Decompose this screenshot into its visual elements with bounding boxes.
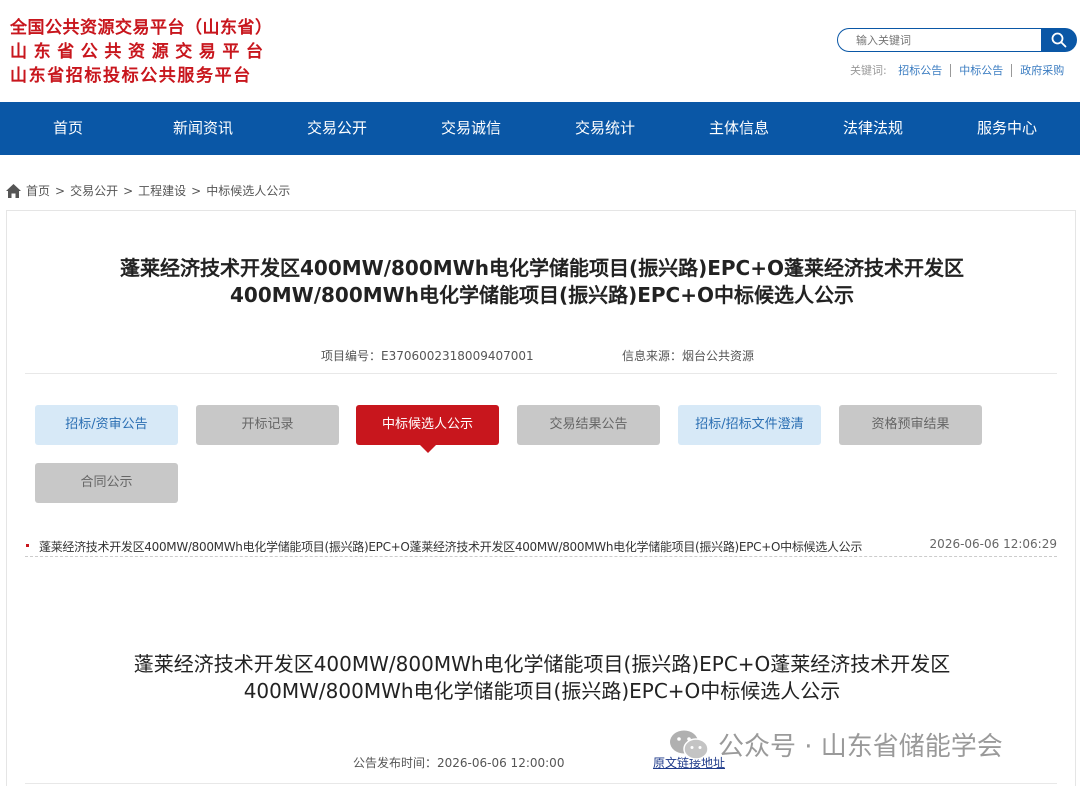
nav-item-trade-credit[interactable]: 交易诚信: [404, 102, 538, 155]
info-source: 信息来源：烟台公共资源: [622, 349, 755, 363]
wechat-icon: [670, 730, 709, 760]
search-box: [837, 28, 1077, 52]
notice-title-line-1: 蓬莱经济技术开发区400MW/800MWh电化学储能项目(振兴路)EPC+O蓬莱…: [119, 256, 964, 280]
tab-contract-notice[interactable]: 合同公示: [35, 463, 178, 503]
divider: [25, 373, 1057, 374]
breadcrumb-home[interactable]: 首页: [26, 182, 50, 199]
divider: [25, 783, 1057, 784]
tab-tender-clarification[interactable]: 招标/招标文件澄清: [678, 405, 821, 445]
article-title-line-2: 400MW/800MWh电化学储能项目(振兴路)EPC+O中标候选人公示: [243, 679, 841, 703]
nav-item-trade-public[interactable]: 交易公开: [270, 102, 404, 155]
keyword-link[interactable]: 中标公告: [951, 64, 1013, 77]
wechat-watermark: 公众号 · 山东省储能学会: [668, 726, 1003, 763]
search-input[interactable]: [837, 28, 1043, 52]
nav-item-home[interactable]: 首页: [0, 102, 136, 155]
search-button[interactable]: [1041, 28, 1077, 52]
project-code: 项目编号：E3706002318009407001: [321, 349, 534, 363]
breadcrumb-separator: >: [55, 183, 66, 198]
logo-line-1: 全国公共资源交易平台（山东省）: [10, 18, 273, 38]
logo-line-2: 山东省公共资源交易平台: [10, 42, 270, 62]
publish-time: 公告发布时间：2026-06-06 12:00:00: [353, 756, 565, 770]
list-item-time: 2026-06-06 12:06:29: [929, 537, 1057, 551]
tab-trade-result[interactable]: 交易结果公告: [517, 405, 660, 445]
list-item-title[interactable]: 蓬莱经济技术开发区400MW/800MWh电化学储能项目(振兴路)EPC+O蓬莱…: [39, 538, 862, 555]
main-nav: 首页 新闻资讯 交易公开 交易诚信 交易统计 主体信息 法律法规 服务中心: [0, 102, 1080, 155]
tab-prequalification-result[interactable]: 资格预审结果: [839, 405, 982, 445]
keyword-link[interactable]: 政府采购: [1012, 64, 1072, 77]
tab-winning-candidate[interactable]: 中标候选人公示: [356, 405, 499, 453]
nav-item-service[interactable]: 服务中心: [940, 102, 1074, 155]
content-panel: 蓬莱经济技术开发区400MW/800MWh电化学储能项目(振兴路)EPC+O蓬莱…: [6, 210, 1076, 786]
article-title-line-1: 蓬莱经济技术开发区400MW/800MWh电化学储能项目(振兴路)EPC+O蓬莱…: [133, 652, 951, 676]
site-logo[interactable]: 全国公共资源交易平台（山东省） 山东省公共资源交易平台 山东省招标投标公共服务平…: [10, 16, 273, 88]
nav-item-news[interactable]: 新闻资讯: [136, 102, 270, 155]
watermark-text: 公众号 · 山东省储能学会: [718, 732, 1003, 762]
search-icon: [1051, 32, 1067, 48]
breadcrumb-separator: >: [191, 183, 202, 198]
notice-title: 蓬莱经济技术开发区400MW/800MWh电化学储能项目(振兴路)EPC+O蓬莱…: [27, 255, 1057, 309]
keyword-link[interactable]: 招标公告: [890, 64, 952, 77]
nav-item-trade-stats[interactable]: 交易统计: [538, 102, 672, 155]
breadcrumb-trade-public[interactable]: 交易公开: [70, 182, 118, 199]
breadcrumb: 首页 > 交易公开 > 工程建设 > 中标候选人公示: [5, 182, 290, 199]
tab-bid-opening-record[interactable]: 开标记录: [196, 405, 339, 445]
nav-item-entity-info[interactable]: 主体信息: [672, 102, 806, 155]
list-item[interactable]: 蓬莱经济技术开发区400MW/800MWh电化学储能项目(振兴路)EPC+O蓬莱…: [25, 533, 1057, 557]
breadcrumb-engineering[interactable]: 工程建设: [138, 182, 186, 199]
tab-tender-notice[interactable]: 招标/资审公告: [35, 405, 178, 445]
hot-keywords: 关键词: 招标公告 中标公告 政府采购: [850, 62, 1072, 78]
nav-item-laws[interactable]: 法律法规: [806, 102, 940, 155]
site-header: 全国公共资源交易平台（山东省） 山东省公共资源交易平台 山东省招标投标公共服务平…: [0, 0, 1080, 102]
article-title: 蓬莱经济技术开发区400MW/800MWh电化学储能项目(振兴路)EPC+O蓬莱…: [27, 651, 1057, 705]
stage-tabs: 招标/资审公告 开标记录 中标候选人公示 交易结果公告 招标/招标文件澄清 资格…: [35, 405, 1075, 505]
keywords-label: 关键词:: [850, 64, 887, 77]
logo-line-3: 山东省招标投标公共服务平台: [10, 66, 252, 86]
home-icon: [6, 183, 21, 198]
breadcrumb-separator: >: [123, 183, 134, 198]
breadcrumb-current: 中标候选人公示: [206, 184, 291, 198]
notice-title-line-2: 400MW/800MWh电化学储能项目(振兴路)EPC+O中标候选人公示: [229, 283, 854, 307]
bullet-icon: [26, 544, 29, 547]
